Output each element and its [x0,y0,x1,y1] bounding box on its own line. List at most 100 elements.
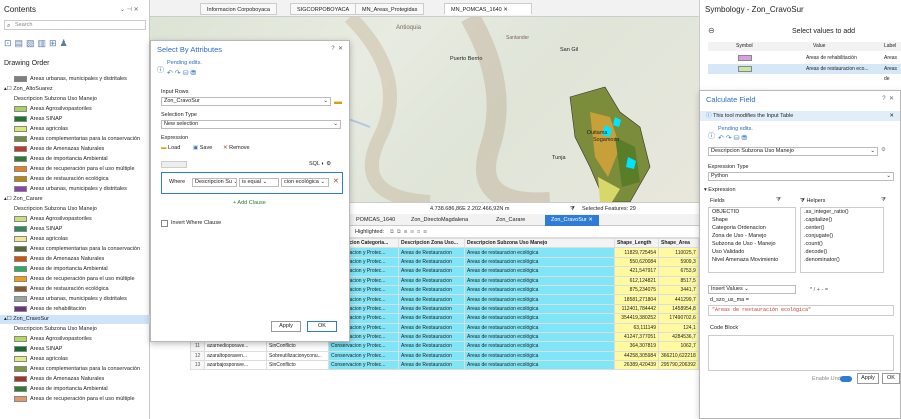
table-cell[interactable]: Conservacion y Protec... [328,350,399,362]
table-cell[interactable]: Areas de Restauracion [398,313,465,324]
col-header[interactable]: Shape_Area [658,237,699,249]
helper-list-item[interactable]: .decode() [801,248,883,256]
col-header[interactable]: Descripcion Zona Uso... [398,237,465,249]
table-cell[interactable]: Areas de restauracion ecológica [464,322,615,333]
filter-icon[interactable]: ⧩ [881,197,886,204]
table-cell[interactable]: Areas de Restauracion [398,266,465,277]
calc-ok-button[interactable]: OK [882,373,900,384]
tab-mn-areas-protegidas[interactable]: MN_Areas_Protegidas [355,3,425,15]
code-block-input[interactable] [708,335,894,371]
field-list-item[interactable]: Zona de Uso - Manejo [709,232,795,240]
sql-toggle[interactable]: SQL ◐ ⚙ [309,161,331,167]
table-cell[interactable]: Conservacion y Protec... [328,360,399,371]
table-cell[interactable]: 1062,7 [658,341,699,352]
table-cell[interactable]: Areas de restauracion ecológica [464,247,615,258]
table-cell[interactable]: 41247,377051 [614,331,659,343]
layer-visibility-checkbox[interactable]: ▴☐ [4,196,13,202]
table-cell[interactable]: Areas de Restauracion [398,303,465,315]
layer-item[interactable]: ▴☐ Zon_Carare [4,195,43,204]
symbol-label[interactable]: Areas de [884,64,901,84]
table-tool-icons[interactable]: ⧉⧉⊞⊟⊡⊠ [390,226,430,238]
table-row[interactable]: 11 azarnedioporave... SinConflicto Conserva… [190,341,699,352]
table-cell[interactable]: 11 [190,341,205,352]
table-cell[interactable]: 18581,271804 [614,294,659,305]
table-cell[interactable]: 17490702,6 [658,313,699,324]
table-cell[interactable]: 26389,420439 [614,360,659,371]
tab-cravosur-table[interactable]: Zon_CravoSur ✕ [545,215,599,226]
filter-icon[interactable]: ⧩ [776,197,781,204]
field-list-item[interactable]: Subzona de Uso - Manejo [709,240,795,248]
table-cell[interactable]: Areas de Restauracion [398,331,465,343]
dialog-close-icon[interactable]: ? ✕ [331,45,343,52]
tab-informacion-corpoboyaca[interactable]: Informacion Corpoboyaca [200,3,277,15]
symbology-row[interactable]: Areas de restauracion eco... Areas de [708,64,901,82]
clause-operator-select[interactable]: is equal ⌄ [239,178,279,187]
expression-input[interactable]: "Areas de restauración ecológica" [708,305,894,316]
table-cell[interactable]: 13 [190,360,205,371]
load-button[interactable]: ▬ Load [161,145,180,151]
table-cell[interactable]: Areas de restauracion ecológica [464,294,615,305]
helper-list-item[interactable]: .center() [801,224,883,232]
table-cell[interactable]: Areas de Restauracion [398,256,465,268]
calc-apply-button[interactable]: Apply [857,373,879,384]
table-cell[interactable]: Areas de restauracion ecológica [464,256,615,268]
table-cell[interactable]: 124,1 [658,322,699,333]
field-list-item[interactable]: OBJECTID [709,208,795,216]
contents-toolbar[interactable]: ⊡▤▧▥⊞♟ [4,38,71,49]
filter-icon[interactable]: ⧩ [800,198,805,204]
table-cell[interactable]: Areas de Restauracion [398,341,465,352]
clause-value-select[interactable]: cion ecológica ⌄ [281,178,329,187]
tab-pomcas-table[interactable]: POMCAS_1640 [350,215,401,226]
table-cell[interactable]: Areas de restauracion ecológica [464,303,615,315]
table-cell[interactable]: 441299,7 [658,294,699,305]
folder-icon[interactable]: ▬ [334,97,342,106]
helper-list-item[interactable]: .capitalize() [801,216,883,224]
expression-mode-toggle[interactable] [161,161,187,168]
calc-close-icon[interactable]: ? ✕ [882,95,894,102]
table-cell[interactable]: Areas de Restauracion [398,247,465,258]
table-row[interactable]: 12 azaraltoporaven... Sobreutilizacionycon… [190,350,699,362]
table-cell[interactable]: SinConflicto [266,360,329,371]
layer-item[interactable]: ▴☐ Zon_CravoSur [0,315,150,324]
table-cell[interactable]: Areas de restauracion ecológica [464,313,615,324]
helper-list-item[interactable]: .as_integer_ratio() [801,208,883,216]
table-cell[interactable]: azarnedioporave... [204,341,267,352]
layer-visibility-checkbox[interactable]: ▴☐ [4,316,13,322]
table-row[interactable]: 13 azarbajosporave... SinConflicto Conserva… [190,360,699,371]
table-cell[interactable]: 5909,3 [658,256,699,268]
table-cell[interactable]: 110025,7 [658,247,699,258]
expression-section[interactable]: ▾ Expression [704,187,736,193]
table-cell[interactable]: Conservacion y Protec... [328,341,399,352]
table-cell[interactable]: 1458954,8 [658,303,699,315]
table-cell[interactable]: 550,620084 [614,256,659,268]
delete-clause-icon[interactable]: ✕ [333,177,339,185]
table-cell[interactable]: 295790,206392 [658,360,699,371]
table-cell[interactable]: 11829,725454 [614,247,659,258]
field-list-item[interactable]: Nivel Amenaza Movimiento [709,256,795,264]
field-list-item[interactable]: Shape [709,216,795,224]
table-cell[interactable]: Areas de Restauracion [398,350,465,362]
table-cell[interactable]: 6753,9 [658,266,699,277]
table-cell[interactable]: Areas de restauracion ecológica [464,341,615,352]
tab-directomagdalena-table[interactable]: Zon_DirectoMagdalena [405,215,474,226]
table-cell[interactable]: azarbajosporave... [204,360,267,371]
tab-carare-table[interactable]: Zon_Carare [490,215,531,226]
table-cell[interactable]: 875,234075 [614,284,659,296]
table-cell[interactable]: Areas de restauracion ecológica [464,284,615,296]
field-list-item[interactable]: Categoria Ordenacion [709,224,795,232]
insert-values-select[interactable]: Insert Values ⌄ [708,285,796,294]
invert-checkbox[interactable] [161,220,168,227]
table-cell[interactable]: 421,547917 [614,266,659,277]
add-clause-button[interactable]: + Add Clause [233,200,266,206]
table-cell[interactable]: 8517,5 [658,275,699,286]
table-cell[interactable]: Areas de Restauracion [398,294,465,305]
table-cell[interactable]: Areas de restauracion ecológica [464,266,615,277]
helper-list-item[interactable]: .denominator() [801,256,883,264]
col-header[interactable]: Descripcion Subzona Uso Manejo [464,237,615,249]
ok-button[interactable]: OK [307,321,337,332]
table-cell[interactable]: 12 [190,350,205,362]
table-cell[interactable]: Areas de Restauracion [398,322,465,333]
symbology-row[interactable]: Areas de rehabilitaciónAreas de [708,53,901,71]
layer-item[interactable]: ▴☐ Zon_AltoSuarez [4,85,53,94]
table-cell[interactable]: 364,307819 [614,341,659,352]
